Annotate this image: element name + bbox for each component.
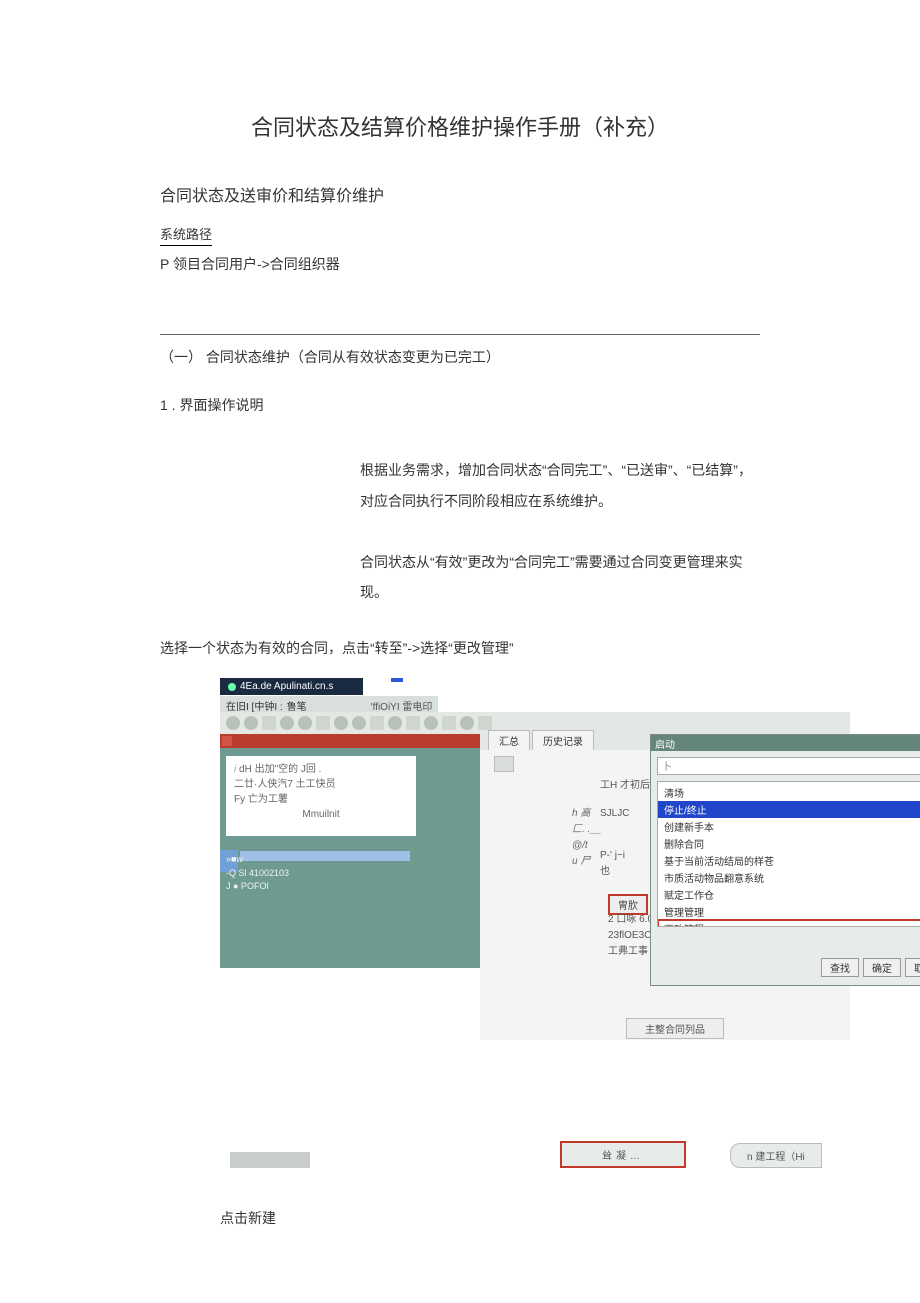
paragraph: 选择一个状态为有效的合同，点击“转至”->选择“更改管理” bbox=[160, 638, 760, 658]
toolbar-icon[interactable] bbox=[262, 716, 276, 730]
transfer-button[interactable]: 耸凝… bbox=[560, 1141, 686, 1168]
popup-cancel-button[interactable]: 取消 bbox=[905, 958, 920, 977]
path-text: P 领目合同用户->合同组织器 bbox=[160, 254, 760, 274]
toolbar-icon[interactable] bbox=[388, 716, 402, 730]
card-text: Fy 亡为工薯 bbox=[234, 792, 408, 807]
note-pill: n 建工程（Hi bbox=[730, 1143, 822, 1168]
tree-line: J ● POFOl bbox=[226, 880, 416, 894]
menu-text: 鲁笔 bbox=[287, 698, 307, 713]
toolbar-icon[interactable] bbox=[226, 716, 240, 730]
doc-title: 合同状态及结算价格维护操作手册（补充） bbox=[160, 110, 760, 142]
footer-button[interactable]: 主整合同列品 bbox=[626, 1018, 724, 1039]
step-heading: 1 . 界面操作说明 bbox=[160, 395, 760, 415]
wa-col-text: h 高 bbox=[572, 806, 601, 822]
bottom-row: 耸凝… n 建工程（Hi bbox=[190, 1138, 850, 1168]
tab-history[interactable]: 历史记录 bbox=[532, 730, 594, 750]
card-text: 二廿·人侠汽7 土工快员 bbox=[234, 777, 408, 792]
toolbar-icon[interactable] bbox=[244, 716, 258, 730]
card-text: Mmuilnit bbox=[234, 807, 408, 822]
tree-text: »■w -Q Sl 41002103 J ● POFOl bbox=[226, 853, 416, 894]
paragraph: 根据业务需求，增加合同状态“合同完工”、“已送审”、“已结算”，对应合同执行不同… bbox=[360, 455, 760, 517]
gray-block bbox=[230, 1152, 310, 1168]
toolbar-icon[interactable] bbox=[424, 716, 438, 730]
divider bbox=[160, 334, 760, 335]
app-icon bbox=[228, 683, 236, 691]
popup-find-button[interactable]: 查找 bbox=[821, 958, 859, 977]
toolbar-icon[interactable] bbox=[334, 716, 348, 730]
window-titlebar: 4Ea.de Apulinati.cn.s bbox=[220, 678, 363, 695]
popup-search-input[interactable]: 卜 bbox=[657, 757, 920, 775]
wa-col-text: @/t bbox=[572, 838, 601, 854]
popup-item[interactable]: 删除合同 bbox=[658, 835, 920, 852]
toolbar-icon[interactable] bbox=[352, 716, 366, 730]
popup-ok-button[interactable]: 确定 bbox=[863, 958, 901, 977]
popup-list[interactable]: 清场 停止/终止 创建新手本 删除合同 基于当前活动结局的样苍 市质活动物品翻意… bbox=[657, 781, 920, 927]
tab-summary[interactable]: 汇总 bbox=[488, 730, 530, 750]
doc-subtitle: 合同状态及送审价和结算价维护 bbox=[160, 182, 760, 206]
toolbar-icon[interactable] bbox=[370, 716, 384, 730]
wa-chip-icon[interactable] bbox=[494, 756, 514, 772]
panel-header-icon bbox=[222, 736, 232, 746]
toolbar-icon[interactable] bbox=[316, 716, 330, 730]
popup-item[interactable]: 管理管理 bbox=[658, 903, 920, 920]
wa-col-text: u 尸 bbox=[572, 854, 601, 870]
paragraph: 合同状态从“有效”更改为“合同完工”需要通过合同变更管理来实现。 bbox=[360, 547, 760, 609]
popup-header: 启动 ✕ bbox=[651, 735, 920, 751]
panel-header bbox=[220, 734, 480, 748]
action-popup: 启动 ✕ 卜 清场 停止/终止 创建新手本 删除合同 基于当前活动结局的样苍 市… bbox=[650, 734, 920, 986]
menu-text: 在旧I [中钟I : bbox=[226, 698, 283, 713]
screenshot-figure: 4Ea.de Apulinati.cn.s 在旧I [中钟I : 鲁笔 'ffi… bbox=[190, 678, 850, 1128]
window-title: 4Ea.de Apulinati.cn.s bbox=[240, 681, 333, 692]
post-instruction: 点击新建 bbox=[220, 1208, 760, 1228]
popup-item-selected[interactable]: 停止/终止 bbox=[658, 801, 920, 818]
popup-title: 启动 bbox=[655, 736, 675, 751]
tree-line: -Q Sl 41002103 bbox=[226, 867, 416, 881]
card-text: dH 出加"空的 J回 . bbox=[236, 764, 321, 775]
path-label: 系统路径 bbox=[160, 224, 212, 246]
toolbar-icon[interactable] bbox=[460, 716, 474, 730]
popup-item[interactable]: 创建新手本 bbox=[658, 818, 920, 835]
tree-line: »■w bbox=[226, 853, 416, 867]
toolbar-icon[interactable] bbox=[280, 716, 294, 730]
title-badge bbox=[391, 678, 403, 682]
info-card: i dH 出加"空的 J回 . 二廿·人侠汽7 土工快员 Fy 亡为工薯 Mmu… bbox=[226, 756, 416, 836]
toolbar-icon[interactable] bbox=[298, 716, 312, 730]
popup-item-highlighted[interactable]: 更改管程 bbox=[658, 920, 920, 927]
menu-text: 'ffiOiYI 雷电印 bbox=[371, 698, 433, 713]
popup-item[interactable]: 基于当前活动结局的样苍 bbox=[658, 852, 920, 869]
popup-item[interactable]: 赋定工作仓 bbox=[658, 886, 920, 903]
popup-item[interactable]: 市质活动物品翻意系统 bbox=[658, 869, 920, 886]
section-heading: （一） 合同状态维护（合同从有效状态变更为已完工） bbox=[160, 347, 760, 367]
toolbar-icon[interactable] bbox=[442, 716, 456, 730]
toolbar-icon[interactable] bbox=[478, 716, 492, 730]
toolbar-icon[interactable] bbox=[406, 716, 420, 730]
popup-item[interactable]: 清场 bbox=[658, 784, 920, 801]
wa-col-text: 匚. .__ bbox=[572, 822, 601, 838]
